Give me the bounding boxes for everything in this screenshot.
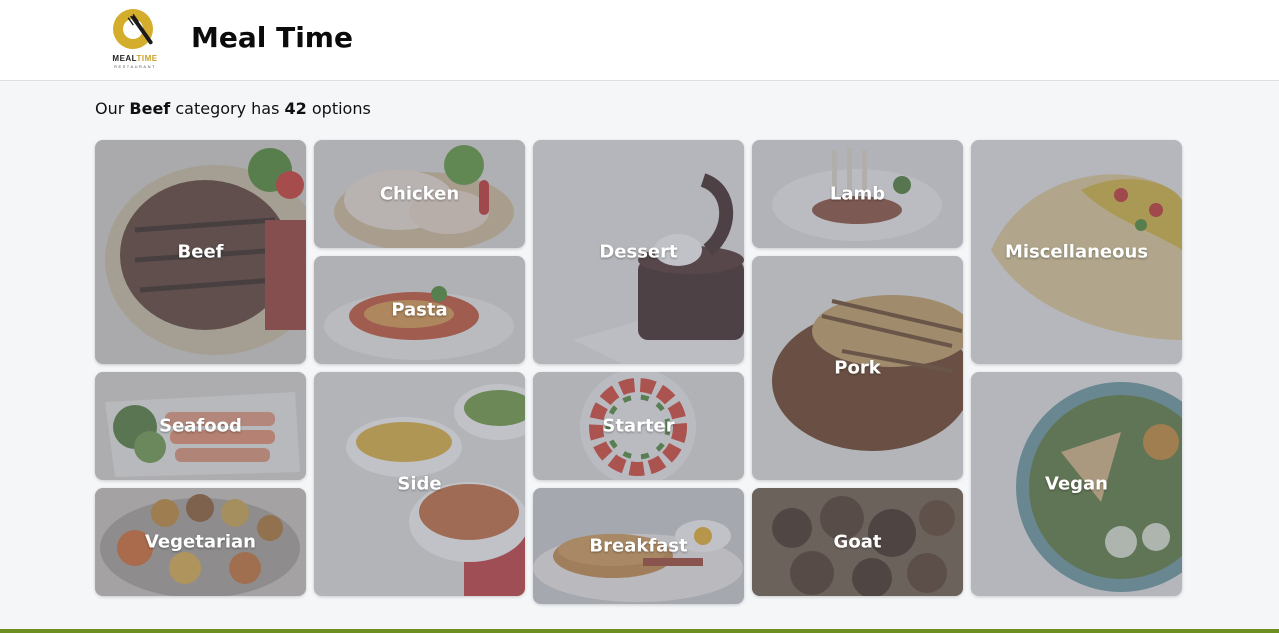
option-count: 42: [284, 99, 307, 118]
meal-time-logo[interactable]: MEALTIME RESTAURANT: [101, 9, 169, 71]
category-tile-starter[interactable]: Starter: [533, 372, 744, 480]
category-tile-lamb[interactable]: Lamb: [752, 140, 963, 248]
category-label: Starter: [602, 415, 675, 437]
category-tile-seafood[interactable]: Seafood: [95, 372, 306, 480]
category-tile-pasta[interactable]: Pasta: [314, 256, 525, 364]
category-tile-vegetarian[interactable]: Vegetarian: [95, 488, 306, 596]
category-label: Beef: [177, 241, 224, 263]
category-label: Miscellaneous: [1004, 241, 1149, 263]
category-label: Goat: [833, 531, 882, 553]
category-tile-miscellaneous[interactable]: Miscellaneous: [971, 140, 1182, 364]
selected-category: Beef: [129, 99, 171, 118]
logo-wordmark: MEALTIME: [112, 54, 158, 63]
category-label: Dessert: [599, 241, 678, 263]
category-tile-dessert[interactable]: Dessert: [533, 140, 744, 364]
category-summary: Our Beef category has 42 options: [95, 99, 371, 118]
category-label: Breakfast: [589, 535, 688, 557]
category-label: Lamb: [829, 183, 886, 205]
category-tile-beef[interactable]: Beef: [95, 140, 306, 364]
plate-fork-icon: [113, 9, 153, 49]
category-label: Vegan: [1045, 473, 1108, 495]
app-header: MEALTIME RESTAURANT Meal Time: [0, 0, 1279, 81]
category-label: Seafood: [159, 415, 242, 437]
category-label: Pork: [834, 357, 881, 379]
category-label: Side: [397, 473, 442, 495]
category-tile-pork[interactable]: Pork: [752, 256, 963, 480]
category-tile-side[interactable]: Side: [314, 372, 525, 596]
footer-bar: [0, 629, 1279, 633]
category-label: Chicken: [379, 183, 460, 205]
logo-subtitle: RESTAURANT: [114, 64, 156, 69]
category-tile-breakfast[interactable]: Breakfast: [533, 488, 744, 604]
app-title: Meal Time: [191, 21, 353, 54]
category-tile-vegan[interactable]: Vegan: [971, 372, 1182, 596]
category-tile-goat[interactable]: Goat: [752, 488, 963, 596]
category-label: Pasta: [391, 299, 448, 321]
category-label: Vegetarian: [144, 531, 256, 553]
category-tile-chicken[interactable]: Chicken: [314, 140, 525, 248]
